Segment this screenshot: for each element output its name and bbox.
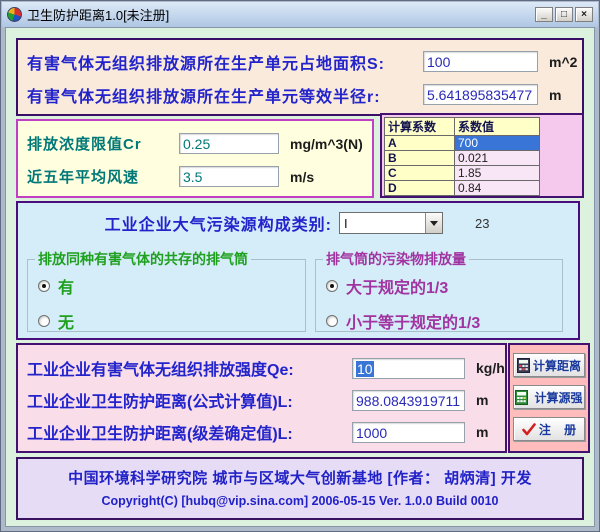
qe-label: 工业企业有害气体无组织排放强度Qe: [27,362,294,379]
qe-row: 工业企业有害气体无组织排放强度Qe: 10 kg/h [18,352,505,384]
check-icon [522,422,536,435]
results-panel: 工业企业有害气体无组织排放强度Qe: 10 kg/h 工业企业卫生防护距离(公式… [16,343,507,453]
distance-formula-unit: m [476,392,489,408]
concentration-label: 排放浓度限值Cr [27,136,142,153]
calc-distance-label: 计算距离 [532,358,581,373]
windspeed-row: 近五年平均风速 3.5 m/s [18,160,372,193]
params-panel: 排放浓度限值Cr 0.25 mg/m^3(N) 近五年平均风速 3.5 m/s [16,119,374,198]
source-panel: 有害气体无组织排放源所在生产单元占地面积S: 100 m^2 有害气体无组织排放… [16,38,584,116]
close-icon: × [581,8,587,20]
concentration-input[interactable]: 0.25 [179,133,279,154]
register-label: 注 册 [538,422,577,437]
chevron-down-icon [430,220,438,226]
windspeed-unit: m/s [290,168,315,185]
category-select[interactable]: I [339,212,443,234]
stacks-option-no[interactable]: 无 [38,309,305,333]
source-radius-label: 有害气体无组织排放源所在生产单元等效半径r: [27,88,381,106]
category-dropdown-button[interactable] [425,213,442,233]
calc-source-label: 计算源强 [534,390,583,405]
maximize-button[interactable]: □ [555,7,573,22]
window-title: 卫生防护距离1.0[未注册] [27,8,170,23]
minimize-icon: _ [541,8,547,20]
coeff-header-row: 计算系数 系数值 [384,117,540,136]
distance-final-label: 工业企业卫生防护距离(级差确定值)L: [27,426,293,443]
radio-unchecked-icon[interactable] [326,315,338,327]
distance-formula-label: 工业企业卫生防护距离(公式计算值)L: [27,394,293,411]
table-row[interactable]: C 1.85 [384,165,540,181]
calculator-dark-icon [516,357,530,373]
close-button[interactable]: × [575,7,593,22]
minimize-button[interactable]: _ [535,7,553,22]
category-selected-value: I [344,216,348,231]
concentration-unit: mg/m^3(N) [290,135,363,152]
stacks-option-yes[interactable]: 有 [38,274,305,298]
qe-selected-text: 10 [356,360,374,377]
source-radius-input[interactable]: 5.641895835477 [423,84,538,105]
emission-option-greater[interactable]: 大于规定的1/3 [326,274,562,298]
concentration-row: 排放浓度限值Cr 0.25 mg/m^3(N) [18,127,372,160]
calculator-green-icon [515,389,529,405]
distance-formula-input[interactable]: 988.0843919711 [352,389,465,411]
source-area-row: 有害气体无组织排放源所在生产单元占地面积S: 100 m^2 [18,45,582,78]
distance-final-row: 工业企业卫生防护距离(级差确定值)L: 1000 m [18,416,505,448]
calc-distance-button[interactable]: 计算距离 [513,353,585,377]
stacks-group-title: 排放同种有害气体的共存的排气筒 [38,251,248,267]
windspeed-label: 近五年平均风速 [27,169,140,186]
coefficients-table: 计算系数 系数值 A 700 B 0.021 C 1.85 D 0.84 [384,117,540,196]
calc-source-button[interactable]: 计算源强 [513,385,585,409]
actions-panel: 计算距离 计算源强 注 册 [508,343,590,453]
source-radius-unit: m [549,86,562,103]
footer-panel: 中国环境科学研究院 城市与区域大气创新基地 [作者： 胡炳清] 开发 Copyr… [16,457,584,520]
qe-unit: kg/h [476,360,505,376]
table-row[interactable]: D 0.84 [384,180,540,196]
emission-option-lessequal[interactable]: 小于等于规定的1/3 [326,309,562,333]
source-area-unit: m^2 [549,53,578,70]
coeff-header-value: 系数值 [454,117,540,136]
table-row[interactable]: B 0.021 [384,150,540,166]
client-area: 有害气体无组织排放源所在生产单元占地面积S: 100 m^2 有害气体无组织排放… [5,27,595,527]
stacks-groupbox: 排放同种有害气体的共存的排气筒 有 无 [27,249,306,332]
app-icon [7,7,22,22]
category-label: 工业企业大气污染源构成类别: [104,217,332,234]
app-window: 卫生防护距离1.0[未注册] _ □ × 有害气体无组织排放源所在生产单元占地面… [0,0,600,532]
footer-credit-line: 中国环境科学研究院 城市与区域大气创新基地 [作者： 胡炳清] 开发 [68,470,532,487]
coeff-header-name: 计算系数 [384,117,455,136]
distance-final-input[interactable]: 1000 [352,421,465,443]
stacks-option-no-label[interactable]: 无 [58,309,74,333]
titlebar[interactable]: 卫生防护距离1.0[未注册] _ □ × [2,2,598,27]
source-area-label: 有害气体无组织排放源所在生产单元占地面积S: [27,55,386,73]
coefficients-panel: 计算系数 系数值 A 700 B 0.021 C 1.85 D 0.84 [380,113,584,198]
register-button[interactable]: 注 册 [513,417,585,441]
radio-checked-icon[interactable] [38,280,50,292]
category-row: 工业企业大气污染源构成类别: I 23 [18,211,578,235]
source-radius-row: 有害气体无组织排放源所在生产单元等效半径r: 5.641895835477 m [18,78,582,111]
source-area-input[interactable]: 100 [423,51,538,72]
stacks-option-yes-label[interactable]: 有 [58,274,74,298]
category-note: 23 [475,215,490,231]
footer-copyright-line: Copyright(C) [hubq@vip.sina.com] 2006-05… [101,494,499,508]
emission-option-lessequal-label[interactable]: 小于等于规定的1/3 [346,309,480,333]
emission-groupbox: 排气筒的污染物排放量 大于规定的1/3 小于等于规定的1/3 [315,249,563,332]
qe-input[interactable]: 10 [352,357,465,379]
table-row[interactable]: A 700 [384,135,540,151]
maximize-icon: □ [560,8,568,20]
distance-formula-row: 工业企业卫生防护距离(公式计算值)L: 988.0843919711 m [18,384,505,416]
distance-final-unit: m [476,424,489,440]
emission-option-greater-label[interactable]: 大于规定的1/3 [346,274,448,298]
pollution-panel: 工业企业大气污染源构成类别: I 23 排放同种有害气体的共存的排气筒 有 无 … [16,201,580,340]
radio-unchecked-icon[interactable] [38,315,50,327]
windspeed-input[interactable]: 3.5 [179,166,279,187]
emission-group-title: 排气筒的污染物排放量 [326,251,466,267]
radio-checked-icon[interactable] [326,280,338,292]
